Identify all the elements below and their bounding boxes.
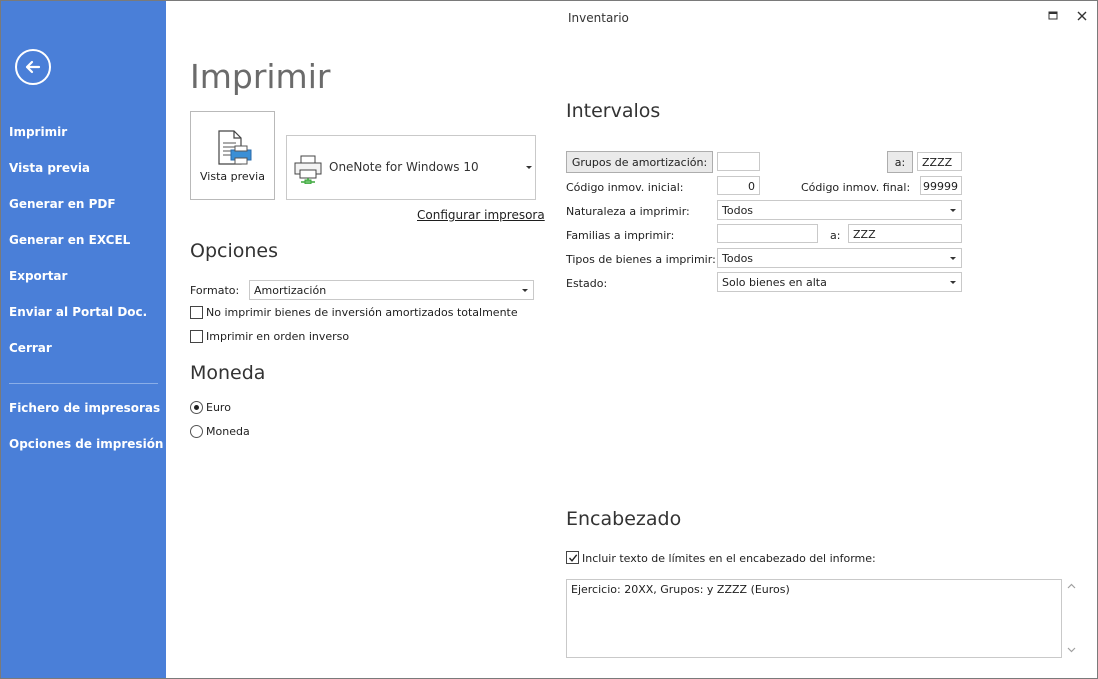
orden-inverso-label: Imprimir en orden inverso — [206, 330, 350, 343]
grupos-hasta-input[interactable]: ZZZZ — [917, 152, 962, 171]
opciones-heading: Opciones — [190, 240, 278, 262]
codigo-inicial-input[interactable]: 0 — [717, 176, 760, 195]
sidebar-item-vista-previa[interactable]: Vista previa — [9, 161, 90, 175]
no-imprimir-checkbox[interactable] — [190, 306, 203, 319]
incluir-texto-checkbox[interactable] — [566, 551, 579, 564]
familias-hasta-input[interactable]: ZZZ — [848, 224, 962, 243]
orden-inverso-checkbox[interactable] — [190, 330, 203, 343]
printer-selector[interactable]: OneNote for Windows 10 — [286, 135, 536, 200]
radio-selected-dot — [194, 405, 199, 410]
vista-previa-tile[interactable]: Vista previa — [190, 111, 275, 200]
configurar-impresora-link[interactable]: Configurar impresora — [417, 208, 545, 222]
sidebar-divider — [9, 383, 158, 384]
page-title: Imprimir — [190, 57, 331, 96]
document-preview-icon — [218, 130, 252, 165]
moneda-heading: Moneda — [190, 362, 266, 384]
naturaleza-label: Naturaleza a imprimir: — [566, 205, 690, 218]
chevron-down-icon — [950, 257, 956, 260]
incluir-texto-label: Incluir texto de límites en el encabezad… — [582, 552, 876, 565]
encabezado-text: Ejercicio: 20XX, Grupos: y ZZZZ (Euros) — [571, 583, 790, 596]
tipos-label: Tipos de bienes a imprimir: — [566, 253, 716, 266]
close-icon — [1077, 11, 1087, 21]
moneda-label: Moneda — [206, 425, 250, 438]
sidebar-item-enviar-portal[interactable]: Enviar al Portal Doc. — [9, 305, 147, 319]
no-imprimir-label: No imprimir bienes de inversión amortiza… — [206, 306, 518, 319]
estado-dropdown-arrow[interactable] — [945, 273, 961, 291]
encabezado-heading: Encabezado — [566, 508, 682, 530]
grupos-hasta-value: ZZZZ — [922, 156, 953, 169]
sidebar-item-cerrar[interactable]: Cerrar — [9, 341, 52, 355]
estado-select[interactable]: Solo bienes en alta — [717, 272, 962, 292]
maximize-icon — [1048, 11, 1058, 20]
encabezado-scrollbar[interactable] — [1064, 579, 1079, 658]
tipos-select[interactable]: Todos — [717, 248, 962, 268]
codigo-final-input[interactable]: 99999 — [920, 176, 962, 195]
checkmark-icon — [568, 554, 578, 562]
printer-name: OneNote for Windows 10 — [329, 160, 479, 174]
estado-label: Estado: — [566, 277, 608, 290]
codigo-inicial-label: Código inmov. inicial: — [566, 181, 684, 194]
formato-value: Amortización — [254, 284, 327, 297]
chevron-down-icon — [950, 281, 956, 284]
familias-label: Familias a imprimir: — [566, 229, 675, 242]
familias-a-label: a: — [830, 229, 841, 242]
tipos-value: Todos — [722, 252, 754, 265]
sidebar-item-generar-pdf[interactable]: Generar en PDF — [9, 197, 116, 211]
formato-select[interactable]: Amortización — [249, 280, 534, 300]
tipos-dropdown-arrow[interactable] — [945, 249, 961, 267]
scroll-up-icon[interactable] — [1067, 583, 1076, 589]
chevron-down-icon — [526, 166, 532, 169]
title-bar: Inventario — [166, 1, 1097, 33]
sidebar-item-exportar[interactable]: Exportar — [9, 269, 67, 283]
sidebar-item-opciones-impresion[interactable]: Opciones de impresión — [9, 437, 163, 451]
vista-previa-label: Vista previa — [200, 170, 265, 183]
sidebar: Imprimir Vista previa Generar en PDF Gen… — [1, 1, 166, 678]
intervalos-heading: Intervalos — [566, 100, 661, 122]
grupos-desde-input[interactable] — [717, 152, 760, 171]
codigo-final-value: 99999 — [923, 180, 958, 193]
sidebar-item-fichero-impresoras[interactable]: Fichero de impresoras — [9, 401, 160, 415]
back-button[interactable] — [15, 49, 51, 85]
formato-dropdown-arrow[interactable] — [517, 281, 533, 299]
scroll-down-icon[interactable] — [1067, 647, 1076, 653]
grupos-amortizacion-button[interactable]: Grupos de amortización: — [566, 151, 713, 173]
arrow-left-icon — [25, 60, 41, 74]
chevron-down-icon — [522, 289, 528, 292]
euro-label: Euro — [206, 401, 231, 414]
sidebar-item-imprimir[interactable]: Imprimir — [9, 125, 67, 139]
close-button[interactable] — [1073, 7, 1091, 25]
codigo-final-label: Código inmov. final: — [801, 181, 911, 194]
moneda-radio[interactable] — [190, 425, 203, 438]
encabezado-textarea[interactable]: Ejercicio: 20XX, Grupos: y ZZZZ (Euros) — [566, 579, 1062, 658]
naturaleza-value: Todos — [722, 204, 754, 217]
formato-label: Formato: — [190, 284, 240, 297]
grupos-a-button[interactable]: a: — [887, 151, 913, 173]
naturaleza-select[interactable]: Todos — [717, 200, 962, 220]
chevron-down-icon — [950, 209, 956, 212]
naturaleza-dropdown-arrow[interactable] — [945, 201, 961, 219]
estado-value: Solo bienes en alta — [722, 276, 827, 289]
euro-radio[interactable] — [190, 401, 203, 414]
familias-desde-input[interactable] — [717, 224, 818, 243]
window-title: Inventario — [568, 11, 629, 25]
maximize-button[interactable] — [1044, 7, 1062, 25]
codigo-inicial-value: 0 — [748, 180, 755, 193]
printer-icon — [294, 155, 322, 184]
sidebar-item-generar-excel[interactable]: Generar en EXCEL — [9, 233, 130, 247]
familias-hasta-value: ZZZ — [853, 228, 876, 241]
print-window: Imprimir Vista previa Generar en PDF Gen… — [0, 0, 1098, 679]
